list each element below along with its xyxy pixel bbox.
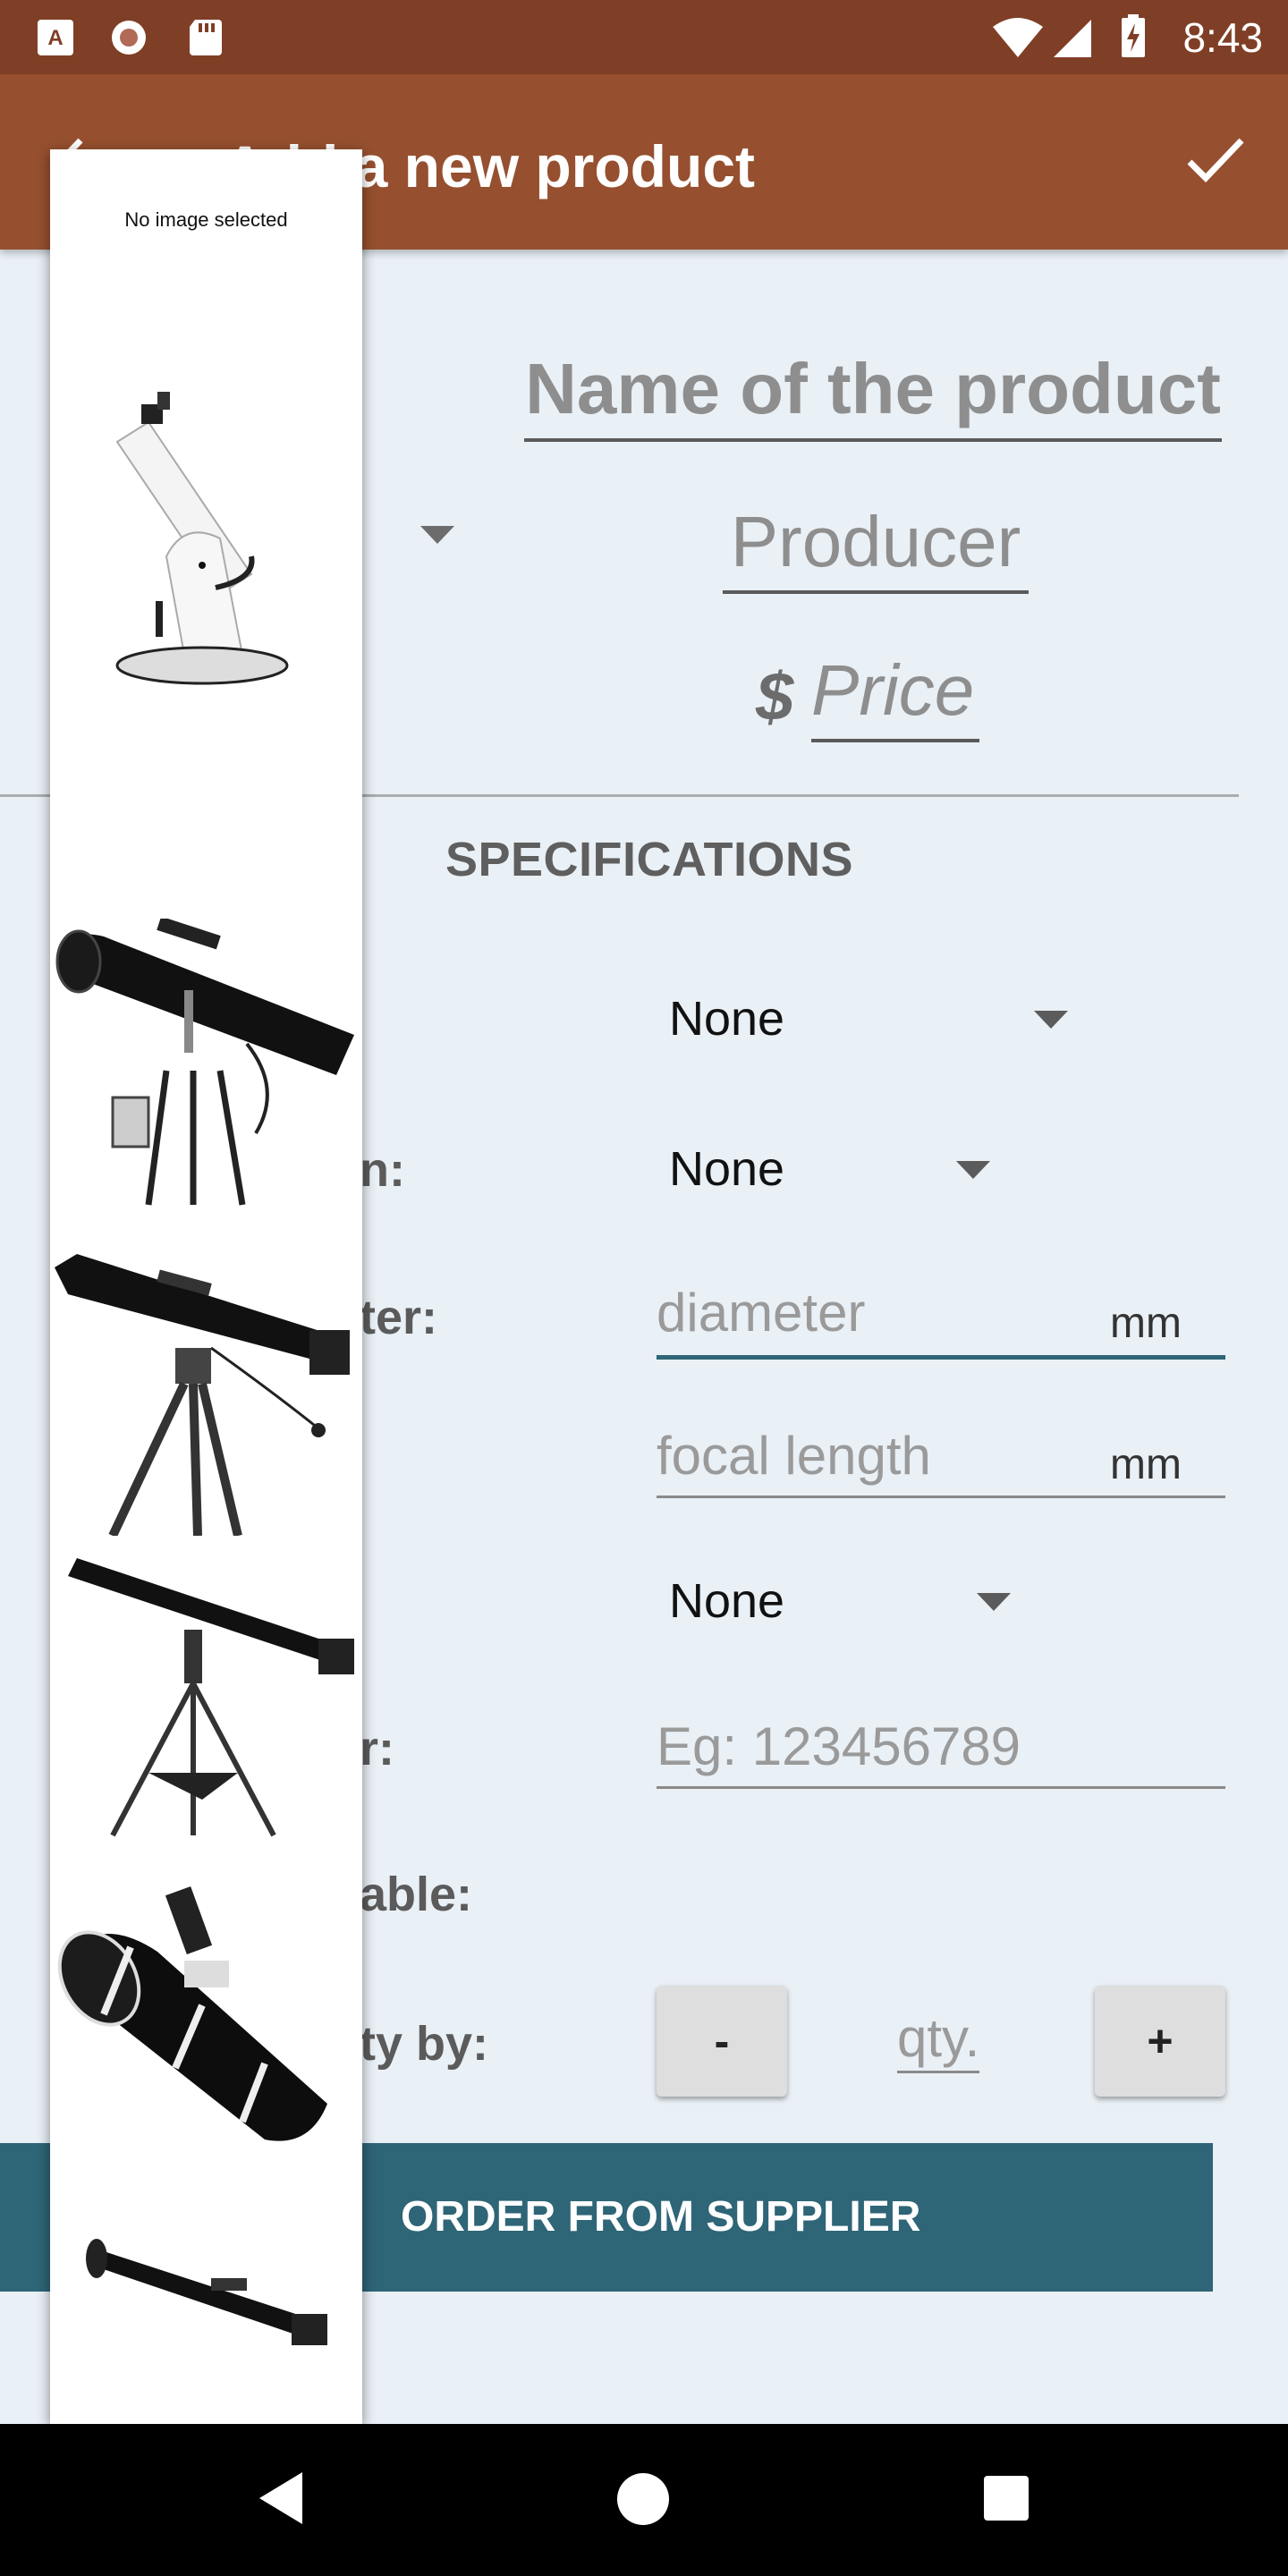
increase-quantity-button[interactable]: + [1095,1986,1225,2097]
currency-symbol: $ [756,659,794,735]
decrease-quantity-button[interactable]: - [657,1986,787,2097]
home-circle-icon[interactable] [615,2471,671,2527]
status-bar: A 8:43 [0,0,1288,74]
focal-length-input[interactable]: focal length [657,1422,931,1490]
diameter-underline [657,1355,1225,1360]
newtonian-tube-image[interactable] [50,1880,362,2166]
svg-text:A: A [47,26,63,50]
long-refractor-image[interactable] [50,1549,362,1853]
quantity-input[interactable]: qty. [897,2006,980,2073]
diameter-label: ter: [360,1291,438,1344]
producer-dropdown-arrow-icon[interactable] [420,526,454,544]
battery-charging-icon [1122,14,1145,57]
serial-label: r: [360,1722,394,1775]
serial-number-underline [657,1786,1225,1789]
refractor-telescope-image[interactable] [50,1241,362,1536]
newtonian-reflector-image[interactable] [50,919,362,1214]
diameter-unit: mm [1110,1300,1182,1347]
option-dropdown-arrow-icon[interactable] [977,1593,1011,1611]
recents-square-icon[interactable] [982,2474,1030,2522]
a-notification-icon: A [38,20,73,55]
available-label: able: [360,1868,473,1921]
design-label: n: [360,1143,405,1197]
mount-dropdown-arrow-icon[interactable] [1034,1011,1068,1029]
price-input[interactable]: Price [811,642,979,742]
option-dropdown[interactable]: None [669,1572,784,1631]
record-icon [112,21,146,55]
serial-number-input[interactable]: Eg: 123456789 [657,1713,1021,1781]
design-dropdown[interactable]: None [669,1140,784,1199]
order-button-label: ORDER FROM SUPPLIER [401,2193,921,2241]
no-image-caption[interactable]: No image selected [50,208,362,232]
quantity-label: ty by: [360,2017,489,2071]
short-refractor-image[interactable] [50,2224,362,2385]
specifications-heading: SPECIFICATIONS [445,833,854,886]
dobsonian-telescope-image[interactable] [50,386,362,708]
focal-length-underline [657,1496,1225,1498]
focal-length-unit: mm [1110,1441,1182,1488]
navigation-bar [0,2424,1288,2576]
image-picker-popup[interactable]: No image selected [50,149,362,2424]
producer-input[interactable]: Producer [723,494,1029,594]
sd-card-icon [190,20,222,55]
clock: 8:43 [1182,14,1263,61]
wifi-icon [993,18,1043,57]
mount-dropdown[interactable]: None [669,989,784,1048]
design-dropdown-arrow-icon[interactable] [956,1161,990,1179]
diameter-input[interactable]: diameter [657,1279,865,1347]
product-name-input[interactable]: Name of the product [524,340,1222,442]
back-triangle-icon[interactable] [258,2470,304,2526]
check-icon[interactable] [1184,133,1247,187]
signal-icon [1054,20,1091,57]
